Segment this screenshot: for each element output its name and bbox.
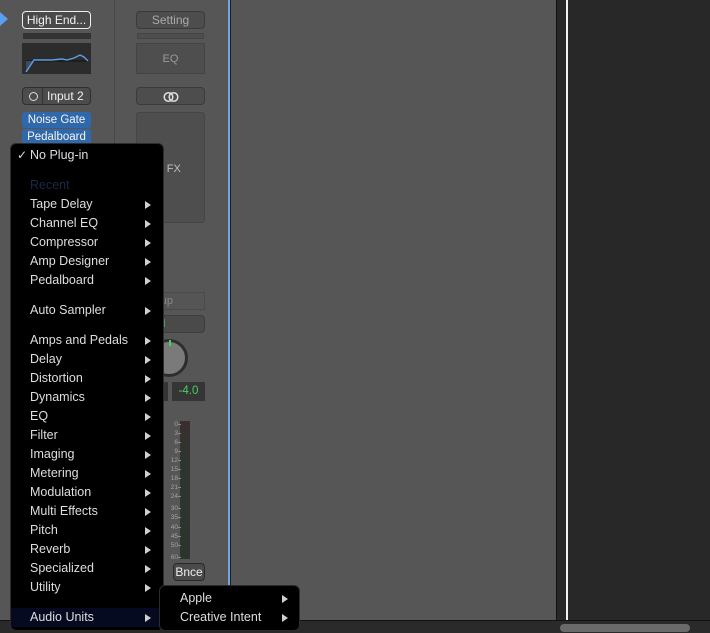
gain-reduction-meter xyxy=(137,33,204,39)
menu-item[interactable]: Utility xyxy=(11,578,163,597)
submenu-arrow-icon xyxy=(145,356,151,364)
gain-reduction-meter xyxy=(23,33,91,39)
menu-item[interactable]: Creative Intent xyxy=(160,608,299,627)
menu-section-header: Recent xyxy=(11,176,163,195)
menu-item[interactable]: ✓ No Plug-in xyxy=(11,146,163,165)
submenu-arrow-icon xyxy=(145,201,151,209)
channel-setting-button[interactable]: Setting xyxy=(136,11,205,29)
arrange-area xyxy=(557,0,710,620)
separator xyxy=(42,88,43,104)
menu-item[interactable]: Imaging xyxy=(11,445,163,464)
plugin-slot[interactable]: Noise Gate xyxy=(22,112,91,128)
menu-item[interactable]: Filter xyxy=(11,426,163,445)
menu-item[interactable]: EQ xyxy=(11,407,163,426)
submenu-arrow-icon xyxy=(145,277,151,285)
menu-item-label: Delay xyxy=(30,352,62,366)
stereo-link-button[interactable] xyxy=(136,87,205,105)
submenu-arrow-icon xyxy=(145,258,151,266)
pan-indicator xyxy=(169,340,171,346)
menu-item-label: Amps and Pedals xyxy=(30,333,128,347)
submenu-arrow-icon xyxy=(145,527,151,535)
plugin-menu: ✓ No Plug-in Recent Tape Delay Channel EQ Com… xyxy=(10,143,164,631)
menu-item-label: Reverb xyxy=(30,542,71,556)
menu-item[interactable]: Distortion xyxy=(11,369,163,388)
menu-item-label: Dynamics xyxy=(30,390,85,404)
submenu-arrow-icon xyxy=(145,220,151,228)
menu-item[interactable]: Tape Delay xyxy=(11,195,163,214)
channel-setting-button[interactable]: High End... xyxy=(22,11,91,29)
menu-item-label: Compressor xyxy=(30,235,99,249)
menu-item[interactable]: Metering xyxy=(11,464,163,483)
menu-item-label: Auto Sampler xyxy=(30,303,106,317)
menu-item-label: Creative Intent xyxy=(180,610,262,624)
submenu-arrow-icon xyxy=(145,451,151,459)
submenu-arrow-icon xyxy=(145,614,151,622)
menu-item-label: Audio Units xyxy=(30,610,94,624)
menu-item[interactable]: Multi Effects xyxy=(11,502,163,521)
menu-item[interactable]: Amps and Pedals xyxy=(11,331,163,350)
menu-item[interactable]: Pedalboard xyxy=(11,271,163,290)
menu-item-label: Specialized xyxy=(30,561,94,575)
menu-item-label: EQ xyxy=(30,409,49,423)
menu-item-label: Metering xyxy=(30,466,79,480)
input-label: Input 2 xyxy=(47,89,84,103)
input-format-icon xyxy=(29,92,38,101)
menu-item-label: Modulation xyxy=(30,485,92,499)
level-meter xyxy=(180,421,190,559)
menu-item-label: Tape Delay xyxy=(30,197,93,211)
menu-item[interactable]: Reverb xyxy=(11,540,163,559)
playhead[interactable] xyxy=(566,0,568,620)
menu-item[interactable]: Auto Sampler xyxy=(11,301,163,320)
menu-item[interactable]: Delay xyxy=(11,350,163,369)
submenu-arrow-icon xyxy=(145,470,151,478)
menu-item[interactable]: Apple xyxy=(160,589,299,608)
submenu-arrow-icon xyxy=(145,394,151,402)
submenu-arrow-icon xyxy=(145,489,151,497)
volume-value[interactable]: -4.0 xyxy=(172,382,205,401)
submenu-arrow-icon xyxy=(145,565,151,573)
menu-item-label: Distortion xyxy=(30,371,83,385)
menu-item-label: Recent xyxy=(30,178,70,192)
submenu-arrow-icon xyxy=(145,584,151,592)
eq-curve-icon xyxy=(25,54,89,73)
checkmark-icon: ✓ xyxy=(17,148,28,162)
stereo-link-icon xyxy=(162,91,179,103)
submenu-arrow-icon xyxy=(282,595,288,603)
menu-item-label: Apple xyxy=(180,591,212,605)
menu-item-label: Utility xyxy=(30,580,61,594)
bounce-button[interactable]: Bnce xyxy=(173,563,205,581)
menu-item[interactable]: Compressor xyxy=(11,233,163,252)
menu-item-label: Filter xyxy=(30,428,58,442)
menu-item-label: Multi Effects xyxy=(30,504,98,518)
submenu-arrow-icon xyxy=(282,614,288,622)
submenu-arrow-icon xyxy=(145,375,151,383)
eq-thumbnail[interactable]: EQ xyxy=(136,43,205,74)
menu-item[interactable]: Dynamics xyxy=(11,388,163,407)
menu-item[interactable]: Pitch xyxy=(11,521,163,540)
menu-item-label: No Plug-in xyxy=(30,148,89,162)
menu-item[interactable]: Specialized xyxy=(11,559,163,578)
submenu-arrow-icon xyxy=(145,413,151,421)
menu-item-label: Amp Designer xyxy=(30,254,110,268)
menu-item-label: Imaging xyxy=(30,447,75,461)
audio-units-submenu: Apple Creative Intent xyxy=(159,585,300,631)
menu-item-label: Channel EQ xyxy=(30,216,99,230)
submenu-arrow-icon xyxy=(145,508,151,516)
menu-item[interactable]: Channel EQ xyxy=(11,214,163,233)
submenu-arrow-icon xyxy=(145,337,151,345)
submenu-arrow-icon xyxy=(145,432,151,440)
submenu-arrow-icon xyxy=(145,239,151,247)
submenu-arrow-icon xyxy=(145,546,151,554)
submenu-arrow-icon xyxy=(145,307,151,315)
track-area xyxy=(231,0,556,620)
menu-item[interactable]: Audio Units xyxy=(11,608,163,627)
menu-item-label: Pedalboard xyxy=(30,273,94,287)
menu-item[interactable]: Amp Designer xyxy=(11,252,163,271)
horizontal-scrollbar[interactable] xyxy=(560,624,690,632)
selected-channel-arrow-icon xyxy=(0,12,8,26)
menu-item[interactable]: Modulation xyxy=(11,483,163,502)
eq-thumbnail[interactable] xyxy=(22,43,91,74)
input-button[interactable]: Input 2 xyxy=(22,87,91,105)
menu-item-label: Pitch xyxy=(30,523,58,537)
